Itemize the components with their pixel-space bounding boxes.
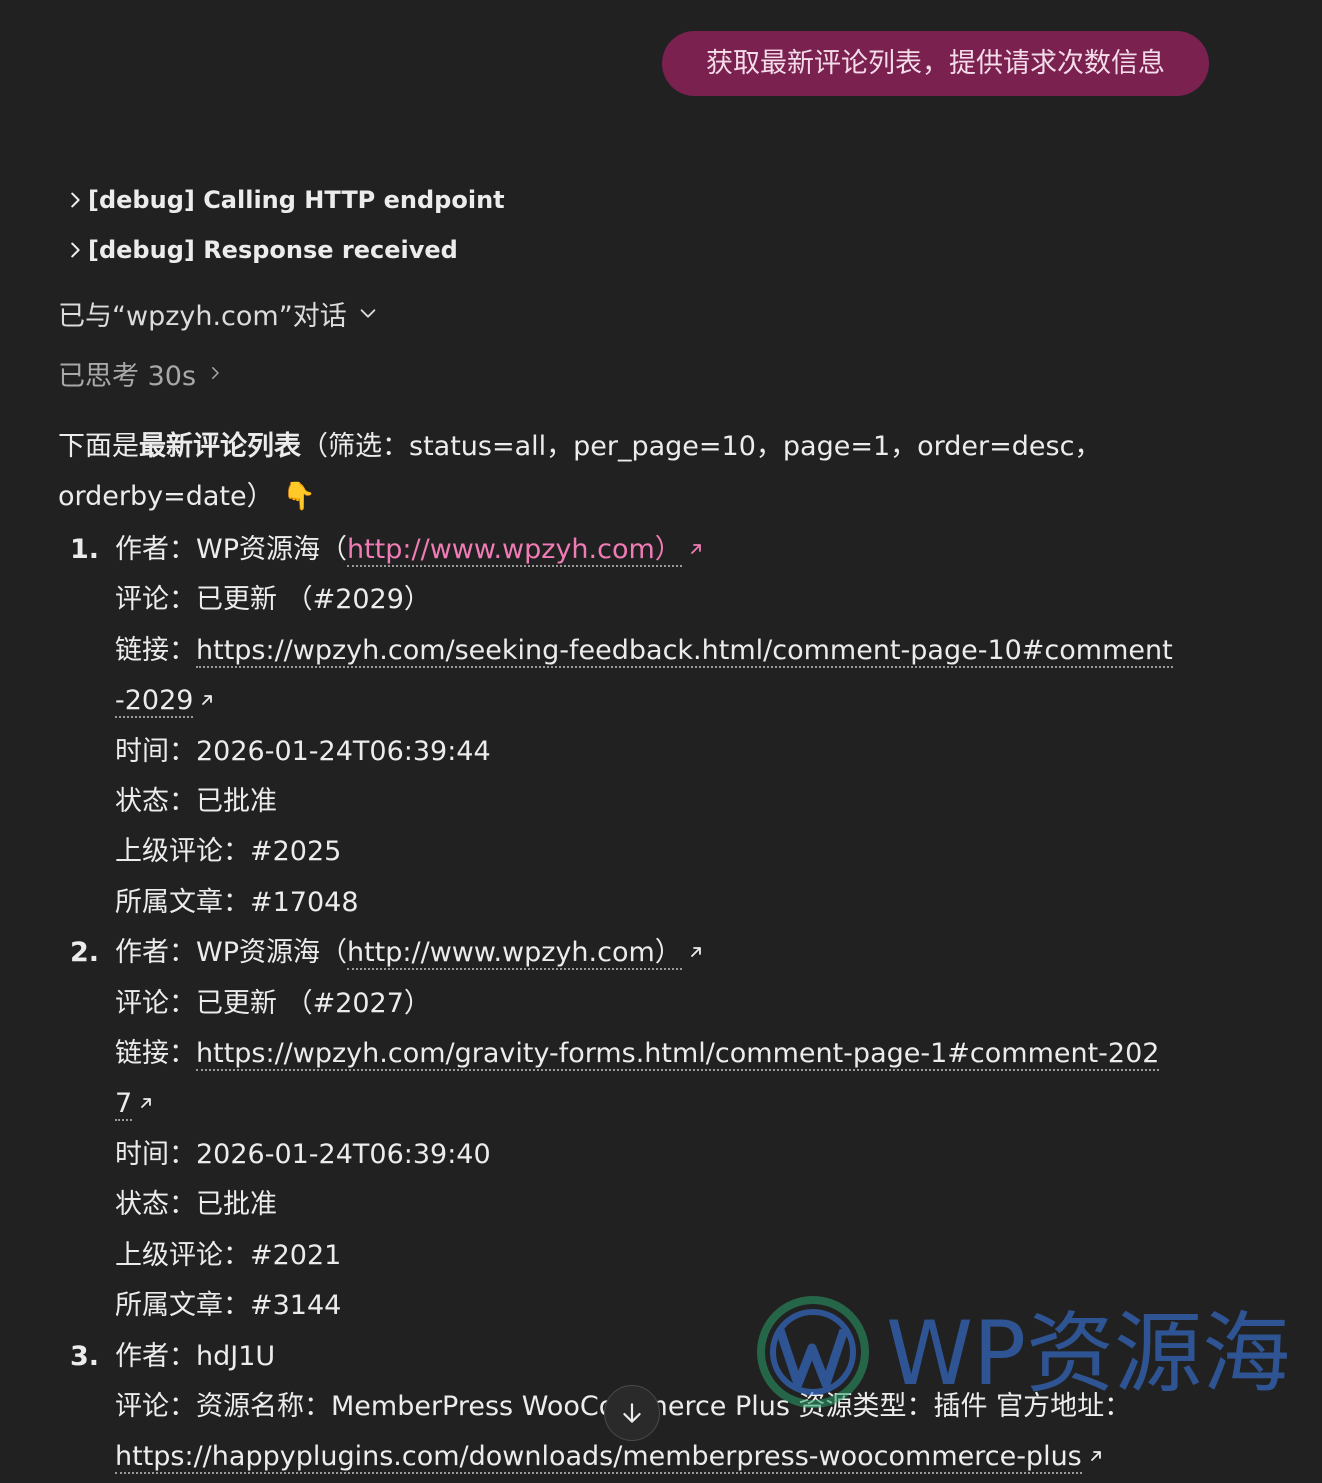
item-number: 2.: [70, 937, 100, 969]
status-row: 状态：已批准: [115, 786, 277, 818]
list-item: 3. 作者：hdJ1U 评论：资源名称：MemberPress WooComme…: [70, 1332, 1270, 1483]
list-item: 1. 作者：WP资源海（http://www.wpzyh.com） 评论：已更新…: [70, 525, 1270, 928]
debug-calling-toggle[interactable]: [debug] Calling HTTP endpoint: [64, 185, 505, 215]
item-number: 1.: [70, 534, 100, 565]
scroll-down-button[interactable]: [604, 1385, 660, 1441]
external-link-icon: [690, 947, 701, 958]
post-row: 所属文章：#3144: [115, 1290, 342, 1322]
arrow-down-icon: [623, 1403, 641, 1423]
author-link[interactable]: http://www.wpzyh.com）: [346, 937, 682, 971]
time-row: 时间：2026-01-24T06:39:40: [115, 1138, 491, 1170]
comment-row: 评论：已更新 （#2027）: [115, 987, 431, 1019]
debug-label: [debug] Response received: [88, 236, 458, 264]
debug-response-toggle[interactable]: [debug] Response received: [64, 235, 458, 265]
pointing-down-emoji: 👇: [282, 481, 316, 512]
chevron-right-icon: [71, 192, 80, 208]
comment-list: 1. 作者：WP资源海（http://www.wpzyh.com） 评论：已更新…: [70, 525, 1270, 1483]
comment-row: 评论：已更新 （#2029）: [115, 584, 431, 616]
comment-row: 评论：资源名称：MemberPress WooCommerce Plus 资源类…: [115, 1390, 1132, 1422]
link-row: 链接：https://wpzyh.com/seeking-feedback.ht…: [115, 634, 1173, 719]
debug-label: [debug] Calling HTTP endpoint: [88, 186, 505, 214]
intro-bold: 最新评论列表: [139, 431, 301, 462]
list-item: 2. 作者：WP资源海（http://www.wpzyh.com） 评论：已更新…: [70, 928, 1270, 1331]
external-link-icon: [202, 695, 213, 706]
external-link-icon: [690, 544, 701, 554]
comment-link[interactable]: https://wpzyh.com/seeking-feedback.html/…: [115, 634, 1173, 719]
item-number: 3.: [70, 1340, 100, 1372]
thought-label: 已思考 30s: [58, 360, 197, 392]
chevron-right-icon: [71, 242, 80, 258]
comment-link[interactable]: https://wpzyh.com/gravity-forms.html/com…: [115, 1038, 1160, 1122]
link-row: 链接：https://wpzyh.com/gravity-forms.html/…: [115, 1038, 1160, 1122]
chevron-right-icon: [212, 367, 219, 379]
parent-row: 上级评论：#2021: [115, 1239, 342, 1271]
tool-call-toggle[interactable]: 已与“wpzyh.com”对话: [58, 295, 379, 332]
external-link-icon: [1090, 1451, 1101, 1462]
comment-link[interactable]: https://happyplugins.com/downloads/membe…: [115, 1441, 1082, 1475]
tool-call-label: 已与“wpzyh.com”对话: [58, 300, 347, 332]
thought-toggle[interactable]: 已思考 30s: [58, 355, 224, 392]
author-link[interactable]: http://www.wpzyh.com）: [346, 534, 682, 567]
post-row: 所属文章：#17048: [115, 886, 359, 918]
author-row: 作者：WP资源海（http://www.wpzyh.com）: [115, 525, 1270, 575]
external-link-icon: [141, 1098, 152, 1109]
chevron-down-icon: [360, 309, 376, 318]
user-message-bubble: 获取最新评论列表，提供请求次数信息: [662, 31, 1209, 96]
status-row: 状态：已批准: [115, 1189, 277, 1221]
parent-row: 上级评论：#2025: [115, 836, 342, 868]
intro-paragraph: 下面是最新评论列表（筛选：status=all，per_page=10，page…: [58, 431, 1102, 512]
author-row: 作者：WP资源海（http://www.wpzyh.com）: [115, 928, 1270, 978]
author-row: 作者：hdJ1U: [115, 1340, 276, 1372]
time-row: 时间：2026-01-24T06:39:44: [115, 735, 491, 767]
link-row: https://happyplugins.com/downloads/membe…: [115, 1432, 1270, 1482]
